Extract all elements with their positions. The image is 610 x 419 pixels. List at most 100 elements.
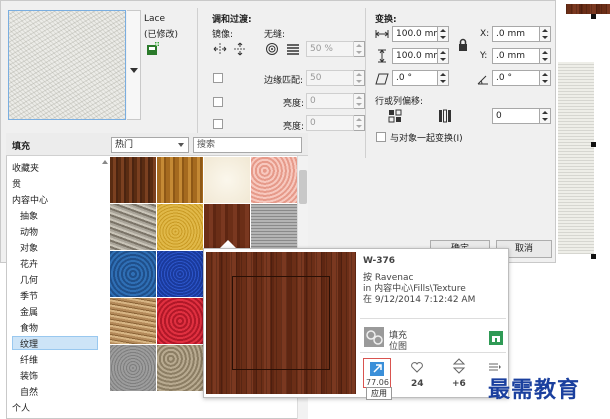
fill-preview-swatch[interactable] <box>8 10 126 120</box>
contrast-label: 亮度: <box>283 122 305 132</box>
tree-item[interactable]: 对象 <box>20 241 38 254</box>
contrast-input[interactable]: 0 <box>306 115 354 131</box>
tree-item[interactable]: 自然 <box>20 385 38 398</box>
fill-swatch[interactable] <box>110 345 156 391</box>
x-label: X: <box>480 29 490 39</box>
edge-match-spinner[interactable] <box>354 70 365 86</box>
seamless-label: 无缝: <box>264 30 286 40</box>
mirror-label: 镜像: <box>212 30 234 40</box>
blend-section-title: 调和过渡: <box>212 15 252 25</box>
width-spinner[interactable] <box>438 26 449 42</box>
tree-item[interactable]: 抽象 <box>20 209 38 222</box>
tree-scroll-up-icon[interactable] <box>102 160 108 164</box>
store-icon[interactable] <box>489 331 503 345</box>
fill-swatch[interactable] <box>157 204 203 250</box>
contrast-spinner[interactable] <box>354 115 365 131</box>
height-spinner[interactable] <box>438 48 449 64</box>
y-input[interactable]: .0 mm <box>492 48 540 64</box>
fill-date: 在 9/12/2014 7:12:42 AM <box>363 295 476 305</box>
tree-item[interactable]: 花卉 <box>20 257 38 270</box>
seamless-linear-icon[interactable] <box>286 42 300 56</box>
fill-swatch[interactable] <box>110 157 156 203</box>
tree-item[interactable]: 收藏夹 <box>12 161 39 174</box>
fill-swatch[interactable] <box>251 204 297 250</box>
chevron-down-icon <box>130 68 138 73</box>
search-input[interactable]: 搜索 <box>193 137 302 153</box>
fill-swatch[interactable] <box>204 157 250 203</box>
likes-count: 24 <box>411 379 424 389</box>
brightness-input[interactable]: 0 <box>306 93 354 109</box>
x-spinner[interactable] <box>540 26 551 42</box>
tree-item[interactable]: 个人 <box>12 401 30 414</box>
skew-icon <box>375 72 389 86</box>
apply-button[interactable]: 77.06 <box>363 358 391 388</box>
brightness-label: 亮度: <box>283 99 305 109</box>
tree-item[interactable]: 几何 <box>20 273 38 286</box>
fill-id: W-376 <box>363 256 396 266</box>
row-offset-icon[interactable] <box>388 109 402 123</box>
selection-handle[interactable] <box>591 254 596 259</box>
column-offset-icon[interactable] <box>438 109 452 123</box>
seamless-spinner[interactable] <box>354 41 365 57</box>
apply-partial-label: 77.06 <box>366 378 389 387</box>
mirror-vertical-icon[interactable] <box>233 42 247 56</box>
vote-icon[interactable] <box>452 358 466 374</box>
offset-input[interactable]: 0 <box>492 108 540 124</box>
fill-swatch[interactable] <box>110 251 156 297</box>
fill-modified-status: (已修改) <box>144 30 179 40</box>
rotate-spinner[interactable] <box>540 70 551 86</box>
tree-item[interactable]: 纹理 <box>20 337 38 350</box>
brightness-spinner[interactable] <box>354 93 365 109</box>
contrast-checkbox[interactable] <box>213 119 223 129</box>
brightness-checkbox[interactable] <box>213 97 223 107</box>
fill-picker-dropdown-button[interactable] <box>127 10 141 120</box>
offset-spinner[interactable] <box>540 108 551 124</box>
height-input[interactable]: 100.0 mm <box>392 48 438 64</box>
save-fill-icon[interactable] <box>146 42 160 56</box>
fill-swatch[interactable] <box>251 157 297 203</box>
lock-ratio-icon[interactable] <box>456 38 470 52</box>
tree-item[interactable]: 动物 <box>20 225 38 238</box>
fill-library-title: 填充 <box>12 142 31 152</box>
x-input[interactable]: .0 mm <box>492 26 540 42</box>
edge-match-input[interactable]: 50 <box>306 70 354 86</box>
divider <box>360 318 506 319</box>
fill-name: Lace <box>144 14 166 24</box>
tree-item[interactable]: 装饰 <box>20 369 38 382</box>
selection-handle[interactable] <box>591 14 596 19</box>
popup-pointer <box>220 240 236 248</box>
tree-item[interactable]: 贯 <box>12 177 21 190</box>
heart-icon[interactable] <box>410 360 424 374</box>
chevron-down-icon <box>178 143 184 147</box>
canvas-object-top <box>566 4 610 14</box>
tree-item[interactable]: 季节 <box>20 289 38 302</box>
skew-spinner[interactable] <box>438 70 449 86</box>
rotate-input[interactable]: .0 ° <box>492 70 540 86</box>
rating-value: +6 <box>452 379 466 389</box>
mirror-horizontal-icon[interactable] <box>213 42 227 56</box>
row-col-offset-label: 行或列偏移: <box>375 97 424 107</box>
y-spinner[interactable] <box>540 48 551 64</box>
seamless-radial-icon[interactable] <box>265 42 279 56</box>
width-input[interactable]: 100.0 mm <box>392 26 438 42</box>
tree-item[interactable]: 食物 <box>20 321 38 334</box>
canvas-filled-object[interactable] <box>558 62 594 254</box>
edge-match-checkbox[interactable] <box>213 73 223 83</box>
fill-swatch[interactable] <box>157 345 203 391</box>
selection-handle[interactable] <box>591 142 596 147</box>
fill-swatch[interactable] <box>157 298 203 344</box>
seamless-percent-input[interactable]: 50 % <box>306 41 354 57</box>
edge-match-label: 边缘匹配: <box>264 76 304 86</box>
fill-large-preview <box>206 252 356 394</box>
tree-item[interactable]: 纤维 <box>20 353 38 366</box>
transform-with-object-checkbox[interactable] <box>376 132 386 142</box>
tree-item[interactable]: 内容中心 <box>12 193 48 206</box>
tree-item[interactable]: 金属 <box>20 305 38 318</box>
fill-swatch[interactable] <box>157 157 203 203</box>
fill-swatch[interactable] <box>110 298 156 344</box>
divider <box>360 352 506 353</box>
fill-swatch[interactable] <box>110 204 156 250</box>
fill-swatch[interactable] <box>157 251 203 297</box>
skew-input[interactable]: .0 ° <box>392 70 438 86</box>
width-icon <box>375 27 389 41</box>
